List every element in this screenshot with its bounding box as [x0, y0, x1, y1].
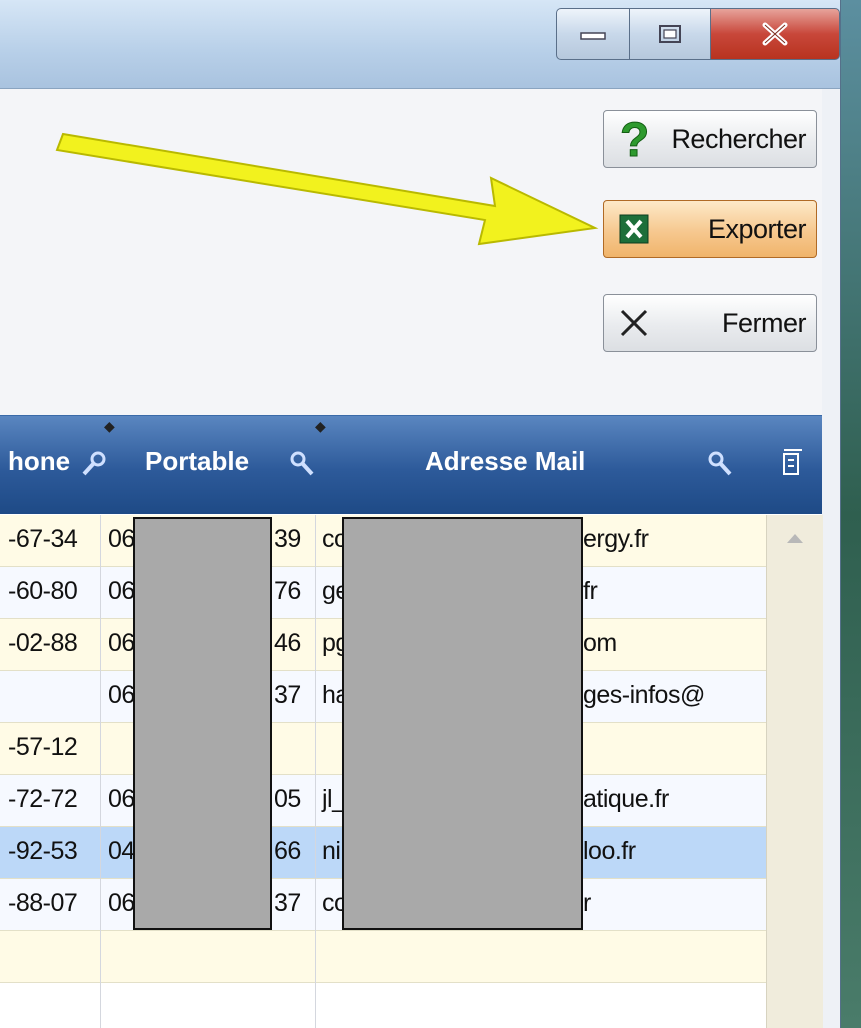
application-window: ? Rechercher Exporter Fermer ◆ ◆ hone Po…	[0, 0, 841, 1028]
search-icon[interactable]	[706, 450, 734, 478]
export-button-label: Exporter	[707, 213, 807, 244]
excel-icon	[610, 205, 658, 253]
email-cell-end: om	[583, 629, 617, 657]
phone-cell: -92-53	[8, 837, 78, 865]
redaction-box	[342, 517, 583, 930]
mobile-cell-start: 06	[108, 785, 135, 813]
mobile-cell-start: 04	[108, 837, 135, 865]
column-chooser-icon[interactable]	[780, 448, 804, 478]
email-cell-end: ergy.fr	[583, 525, 649, 553]
phone-cell: -67-34	[8, 525, 78, 553]
phone-cell: -02-88	[8, 629, 78, 657]
mobile-cell-end: 39	[274, 525, 301, 553]
search-button[interactable]: ? Rechercher	[603, 110, 817, 168]
desktop-background	[841, 0, 861, 1028]
mobile-cell-end: 76	[274, 577, 301, 605]
title-bar	[0, 0, 840, 89]
minimize-button[interactable]	[556, 8, 630, 60]
table-row[interactable]	[0, 931, 766, 983]
mobile-cell-end: 66	[274, 837, 301, 865]
close-icon	[762, 22, 788, 46]
search-icon[interactable]	[288, 450, 316, 478]
minimize-icon	[580, 32, 606, 40]
redaction-box	[133, 517, 272, 930]
email-cell-end: ges-infos@	[583, 681, 705, 709]
maximize-icon	[659, 25, 681, 43]
mobile-cell-end: 37	[274, 681, 301, 709]
mobile-cell-start: 06	[108, 577, 135, 605]
phone-cell: -72-72	[8, 785, 78, 813]
email-cell-end: atique.fr	[583, 785, 669, 813]
mobile-cell-start: 06	[108, 629, 135, 657]
scroll-up-button[interactable]	[767, 515, 823, 561]
close-button[interactable]: Fermer	[603, 294, 817, 352]
email-cell-end: r	[583, 889, 591, 917]
close-window-button[interactable]	[710, 8, 840, 60]
vertical-scrollbar[interactable]	[766, 515, 823, 1028]
phone-cell: -60-80	[8, 577, 78, 605]
question-mark-icon: ?	[610, 115, 658, 163]
phone-cell: -88-07	[8, 889, 78, 917]
grid-header: ◆ ◆ hone Portable Adresse Mail	[0, 415, 822, 514]
x-icon	[610, 299, 658, 347]
column-header-mobile[interactable]: Portable	[145, 446, 249, 477]
mobile-cell-start: 06	[108, 889, 135, 917]
svg-text:?: ?	[620, 116, 649, 162]
triangle-up-icon	[787, 534, 803, 543]
mobile-cell-end: 37	[274, 889, 301, 917]
email-cell-start: ni	[322, 837, 341, 865]
maximize-button[interactable]	[629, 8, 711, 60]
column-header-phone[interactable]: hone	[8, 446, 70, 477]
column-header-email[interactable]: Adresse Mail	[425, 446, 585, 477]
export-button[interactable]: Exporter	[603, 200, 817, 258]
mobile-cell-start: 06	[108, 681, 135, 709]
phone-cell: -57-12	[8, 733, 78, 761]
mobile-cell-end: 46	[274, 629, 301, 657]
search-button-label: Rechercher	[671, 123, 806, 154]
email-cell-end: loo.fr	[583, 837, 636, 865]
annotation-arrow	[55, 132, 599, 246]
mobile-cell-start: 06	[108, 525, 135, 553]
column-divider	[315, 515, 316, 1028]
column-divider	[100, 515, 101, 1028]
sort-indicator-icon[interactable]: ◆	[104, 418, 115, 435]
mobile-cell-end: 05	[274, 785, 301, 813]
close-button-label: Fermer	[722, 307, 807, 338]
search-icon[interactable]	[80, 450, 108, 478]
sort-indicator-icon[interactable]: ◆	[315, 418, 326, 435]
email-cell-end: fr	[583, 577, 598, 605]
